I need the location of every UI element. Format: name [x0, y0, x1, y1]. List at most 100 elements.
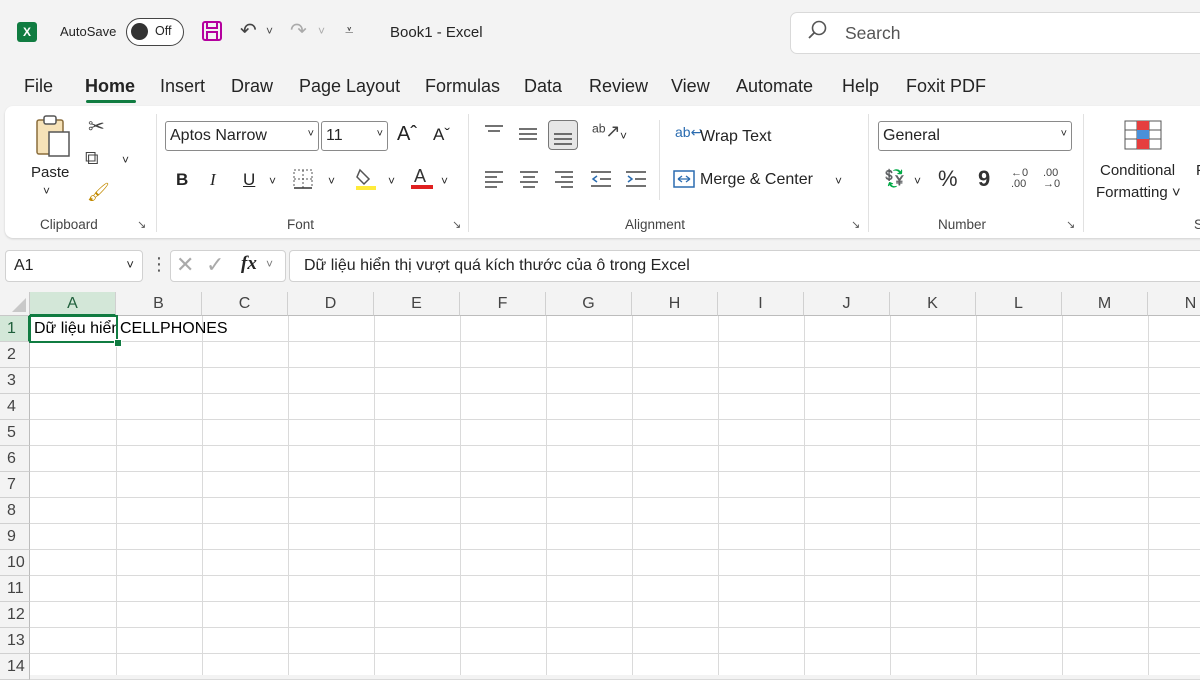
- alignment-launcher-icon[interactable]: ↘: [851, 218, 860, 231]
- font-color-dropdown-icon[interactable]: ˅: [441, 174, 448, 188]
- row-header-9[interactable]: 9: [0, 524, 30, 550]
- column-header-f[interactable]: F: [460, 292, 546, 316]
- save-icon[interactable]: [201, 20, 223, 48]
- column-header-b[interactable]: B: [116, 292, 202, 316]
- column-header-n[interactable]: N: [1148, 292, 1200, 316]
- borders-icon[interactable]: [292, 168, 314, 195]
- font-size-select[interactable]: 11 ˅: [321, 121, 388, 151]
- column-header-h[interactable]: H: [632, 292, 718, 316]
- decrease-decimal-icon[interactable]: .00 →0: [1043, 168, 1060, 190]
- row-header-7[interactable]: 7: [0, 472, 30, 498]
- wrap-text-button[interactable]: Wrap Text: [700, 128, 771, 146]
- row-header-12[interactable]: 12: [0, 602, 30, 628]
- comma-style-button[interactable]: 9: [978, 166, 990, 192]
- tab-formulas[interactable]: Formulas: [425, 76, 500, 97]
- clipboard-launcher-icon[interactable]: ↘: [137, 218, 146, 231]
- tab-file[interactable]: File: [24, 76, 53, 97]
- row-header-11[interactable]: 11: [0, 576, 30, 602]
- align-middle-icon[interactable]: [518, 124, 538, 149]
- column-header-l[interactable]: L: [976, 292, 1062, 316]
- align-left-icon[interactable]: [484, 169, 504, 194]
- format-painter-icon[interactable]: 🖌: [87, 182, 110, 203]
- format-as-table-button[interactable]: F: [1196, 162, 1200, 179]
- paste-icon[interactable]: [33, 114, 73, 165]
- customize-quick-access-icon[interactable]: ⩡: [345, 22, 353, 39]
- fill-handle[interactable]: [114, 339, 122, 347]
- merge-center-button[interactable]: Merge & Center: [700, 171, 813, 189]
- row-header-10[interactable]: 10: [0, 550, 30, 576]
- name-box[interactable]: A1 ˅: [5, 250, 143, 282]
- column-header-j[interactable]: J: [804, 292, 890, 316]
- tab-review[interactable]: Review: [589, 76, 648, 97]
- tab-insert[interactable]: Insert: [160, 76, 205, 97]
- column-header-m[interactable]: M: [1062, 292, 1148, 316]
- decrease-font-size-icon[interactable]: Aˇ: [433, 125, 450, 145]
- row-header-4[interactable]: 4: [0, 394, 30, 420]
- column-header-d[interactable]: D: [288, 292, 374, 316]
- conditional-formatting-line2[interactable]: Formatting ˅: [1096, 184, 1181, 201]
- fill-color-dropdown-icon[interactable]: ˅: [388, 174, 395, 188]
- decrease-indent-icon[interactable]: [590, 169, 612, 194]
- accounting-dropdown-icon[interactable]: ˅: [914, 174, 921, 188]
- font-name-select[interactable]: Aptos Narrow ˅: [165, 121, 319, 151]
- orientation-icon[interactable]: ᵃᵇ↗: [592, 121, 621, 142]
- number-launcher-icon[interactable]: ↘: [1066, 218, 1075, 231]
- align-center-icon[interactable]: [519, 169, 539, 194]
- more-options-icon[interactable]: ⋮: [150, 254, 168, 275]
- paste-dropdown-icon[interactable]: ˅: [43, 184, 50, 198]
- row-header-6[interactable]: 6: [0, 446, 30, 472]
- tab-data[interactable]: Data: [524, 76, 562, 97]
- cell-b1[interactable]: CELLPHONES: [120, 316, 228, 342]
- tab-page-layout[interactable]: Page Layout: [299, 76, 400, 97]
- font-launcher-icon[interactable]: ↘: [452, 218, 461, 231]
- copy-dropdown-icon[interactable]: ˅: [122, 153, 129, 167]
- increase-font-size-icon[interactable]: Aˆ: [397, 123, 417, 146]
- copy-icon[interactable]: ⧉: [85, 148, 99, 170]
- font-color-icon[interactable]: A: [410, 164, 434, 197]
- undo-dropdown-icon[interactable]: ˅: [266, 24, 273, 38]
- column-header-k[interactable]: K: [890, 292, 976, 316]
- row-header-1[interactable]: 1: [0, 316, 30, 342]
- formula-input[interactable]: Dữ liệu hiển thị vượt quá kích thước của…: [289, 250, 1200, 282]
- column-header-c[interactable]: C: [202, 292, 288, 316]
- search-box[interactable]: Search: [790, 12, 1200, 54]
- tab-home[interactable]: Home: [85, 76, 135, 97]
- conditional-formatting-line1[interactable]: Conditional: [1100, 162, 1175, 179]
- italic-button[interactable]: I: [210, 170, 216, 190]
- accounting-format-icon[interactable]: 💱: [884, 169, 905, 189]
- row-header-13[interactable]: 13: [0, 628, 30, 654]
- align-bottom-button[interactable]: [548, 120, 578, 150]
- redo-dropdown-icon[interactable]: ˅: [318, 24, 325, 38]
- fill-color-icon[interactable]: [355, 166, 377, 197]
- row-header-2[interactable]: 2: [0, 342, 30, 368]
- tab-draw[interactable]: Draw: [231, 76, 273, 97]
- underline-dropdown-icon[interactable]: ˅: [269, 174, 276, 188]
- tab-view[interactable]: View: [671, 76, 710, 97]
- tab-foxit-pdf[interactable]: Foxit PDF: [906, 76, 986, 97]
- redo-icon[interactable]: ↷: [290, 18, 307, 43]
- tab-automate[interactable]: Automate: [736, 76, 813, 97]
- row-header-8[interactable]: 8: [0, 498, 30, 524]
- tab-help[interactable]: Help: [842, 76, 879, 97]
- excel-icon[interactable]: X: [17, 22, 37, 42]
- autosave-toggle[interactable]: Off: [126, 18, 184, 46]
- align-top-icon[interactable]: [484, 124, 504, 145]
- chevron-down-icon[interactable]: ˅: [266, 257, 273, 271]
- underline-button[interactable]: U: [243, 170, 255, 190]
- column-header-a[interactable]: A: [30, 292, 116, 316]
- bold-button[interactable]: B: [176, 170, 188, 190]
- row-header-5[interactable]: 5: [0, 420, 30, 446]
- select-all-button[interactable]: [0, 292, 30, 316]
- increase-decimal-icon[interactable]: ←0.00: [1011, 168, 1028, 190]
- cancel-icon[interactable]: ✕: [176, 252, 194, 278]
- paste-button[interactable]: Paste: [31, 164, 69, 181]
- borders-dropdown-icon[interactable]: ˅: [328, 174, 335, 188]
- cut-icon[interactable]: ✂: [88, 114, 105, 139]
- percent-style-button[interactable]: %: [938, 166, 958, 192]
- align-right-icon[interactable]: [554, 169, 574, 194]
- increase-indent-icon[interactable]: [625, 169, 647, 194]
- number-format-select[interactable]: General ˅: [878, 121, 1072, 151]
- column-header-e[interactable]: E: [374, 292, 460, 316]
- insert-function-button[interactable]: fx: [241, 253, 257, 275]
- enter-icon[interactable]: ✓: [206, 252, 224, 278]
